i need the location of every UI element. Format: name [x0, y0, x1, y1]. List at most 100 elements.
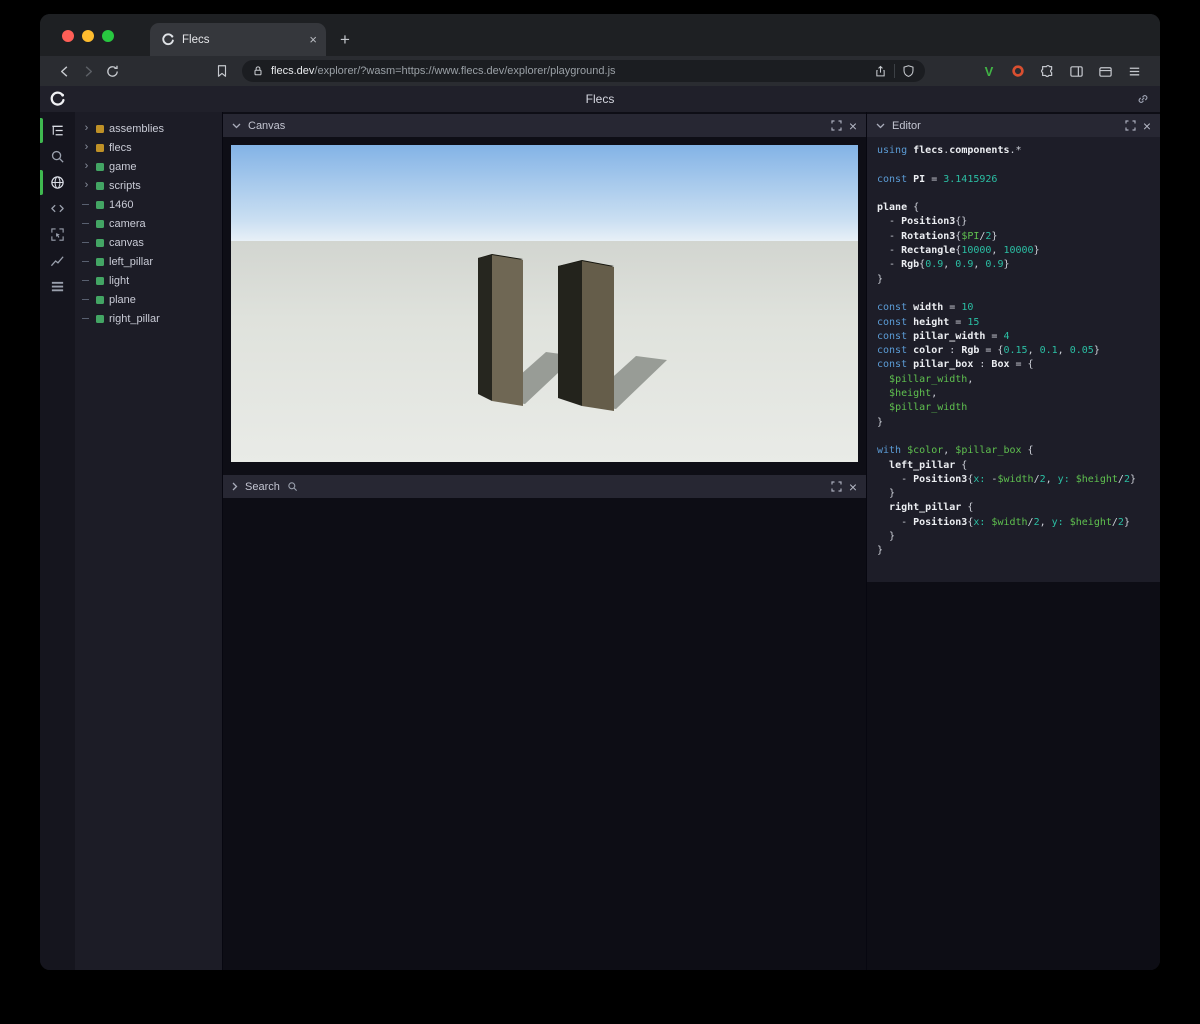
url-host: flecs.dev: [271, 65, 315, 77]
menu-icon[interactable]: [1124, 61, 1144, 81]
chevron-down-icon[interactable]: [876, 123, 885, 129]
tree-item-light[interactable]: light: [75, 271, 222, 290]
entity-color-square: [96, 219, 104, 228]
entity-color-square: [96, 257, 104, 266]
url-divider: [894, 64, 895, 78]
expand-caret-icon[interactable]: ›: [82, 123, 91, 134]
traffic-lights: [62, 30, 114, 42]
tree-item-assemblies[interactable]: › assemblies: [75, 119, 222, 138]
canvas-panel-title: Canvas: [248, 119, 286, 132]
bookmark-icon[interactable]: [210, 60, 234, 82]
reload-icon[interactable]: [100, 60, 124, 82]
chevron-right-icon[interactable]: [232, 482, 238, 491]
main-column: Canvas × Search ×: [222, 112, 866, 970]
expand-icon[interactable]: [831, 481, 842, 492]
chevron-down-icon[interactable]: [232, 123, 241, 129]
code-line: }: [877, 416, 884, 428]
leaf-dash-icon: [82, 318, 91, 319]
tool-tables-icon[interactable]: [40, 278, 75, 295]
code-line: - Position3{x: -$width/2, y: $height/2}: [877, 473, 1136, 485]
back-icon[interactable]: [52, 60, 76, 82]
code-line: const width = 10: [877, 302, 974, 314]
extensions-puzzle-icon[interactable]: [1037, 61, 1057, 81]
tree-item-right_pillar[interactable]: right_pillar: [75, 309, 222, 328]
expand-icon[interactable]: [1125, 120, 1136, 131]
nav-bar: flecs.dev/explorer/?wasm=https://www.fle…: [40, 56, 1160, 86]
close-icon[interactable]: ×: [849, 480, 857, 494]
tab-close-icon[interactable]: ×: [309, 33, 317, 46]
tree-item-canvas[interactable]: canvas: [75, 233, 222, 252]
code-line: using flecs.components.*: [877, 145, 1022, 156]
url-path: /explorer/?wasm=https://www.flecs.dev/ex…: [314, 65, 616, 77]
extension-v-icon[interactable]: V: [979, 61, 999, 81]
canvas-3d-view[interactable]: [231, 145, 858, 462]
tree-item-label: plane: [109, 293, 136, 306]
code-line: - Position3{x: $width/2, y: $height/2}: [877, 516, 1130, 528]
tree-item-flecs[interactable]: › flecs: [75, 138, 222, 157]
leaf-dash-icon: [82, 223, 91, 224]
tool-stats-icon[interactable]: [40, 252, 75, 269]
expand-caret-icon[interactable]: ›: [82, 142, 91, 153]
entity-color-square: [96, 162, 104, 171]
sky: [231, 145, 858, 241]
extensions-cluster: V: [979, 61, 1144, 81]
tree-item-label: camera: [109, 217, 146, 230]
code-line: - Rotation3{$PI/2}: [877, 230, 998, 242]
close-icon[interactable]: ×: [1143, 119, 1151, 133]
editor-column: Editor × using flecs.components.* const …: [866, 112, 1160, 970]
close-icon[interactable]: ×: [849, 119, 857, 133]
entity-color-square: [96, 276, 104, 285]
expand-caret-icon[interactable]: ›: [82, 180, 91, 191]
tool-code-icon[interactable]: [40, 200, 75, 217]
url-bar[interactable]: flecs.dev/explorer/?wasm=https://www.fle…: [242, 60, 925, 82]
wallet-icon[interactable]: [1095, 61, 1115, 81]
tool-search-icon[interactable]: [40, 148, 75, 165]
share-link-icon[interactable]: [1136, 92, 1150, 106]
new-tab-button[interactable]: +: [340, 31, 350, 48]
code-line: const pillar_width = 4: [877, 330, 1010, 342]
minimize-window-button[interactable]: [82, 30, 94, 42]
extension-ring-icon[interactable]: [1008, 61, 1028, 81]
entity-color-square: [96, 124, 104, 133]
editor-code[interactable]: using flecs.components.* const PI = 3.14…: [867, 137, 1160, 566]
entity-color-square: [96, 200, 104, 209]
tool-world-icon[interactable]: [40, 170, 75, 195]
share-icon[interactable]: [874, 64, 887, 78]
left-pillar-front: [492, 255, 523, 406]
browser-tab[interactable]: Flecs ×: [150, 23, 326, 56]
tool-inspector-icon[interactable]: [40, 226, 75, 243]
tree-item-label: canvas: [109, 236, 144, 249]
tree-item-left_pillar[interactable]: left_pillar: [75, 252, 222, 271]
zoom-window-button[interactable]: [102, 30, 114, 42]
flecs-logo-icon[interactable]: [49, 91, 66, 108]
brave-shield-icon[interactable]: [902, 64, 915, 78]
code-line: $pillar_width: [889, 402, 968, 414]
tab-bar: Flecs × +: [40, 14, 1160, 56]
code-line: const height = 15: [877, 316, 980, 328]
close-window-button[interactable]: [62, 30, 74, 42]
tree-item-game[interactable]: › game: [75, 157, 222, 176]
tree-item-camera[interactable]: camera: [75, 214, 222, 233]
entity-color-square: [96, 238, 104, 247]
search-panel-header: Search ×: [223, 475, 866, 498]
tab-title: Flecs: [182, 33, 210, 46]
entity-color-square: [96, 314, 104, 323]
expand-caret-icon[interactable]: ›: [82, 161, 91, 172]
search-magnifier-icon: [287, 481, 298, 492]
expand-icon[interactable]: [831, 120, 842, 131]
tree-item-plane[interactable]: plane: [75, 290, 222, 309]
tool-entity-tree-icon[interactable]: [40, 118, 75, 143]
search-panel-body: [223, 498, 866, 970]
code-line: left_pillar {: [889, 459, 968, 471]
forward-icon[interactable]: [76, 60, 100, 82]
url-text: flecs.dev/explorer/?wasm=https://www.fle…: [271, 65, 867, 77]
tree-item-label: right_pillar: [109, 312, 160, 325]
tree-item-1460[interactable]: 1460: [75, 195, 222, 214]
tree-item-scripts[interactable]: › scripts: [75, 176, 222, 195]
sidebar-toggle-icon[interactable]: [1066, 61, 1086, 81]
code-line: - Rgb{0.9, 0.9, 0.9}: [877, 259, 1010, 271]
code-line: $pillar_width,: [889, 373, 974, 385]
